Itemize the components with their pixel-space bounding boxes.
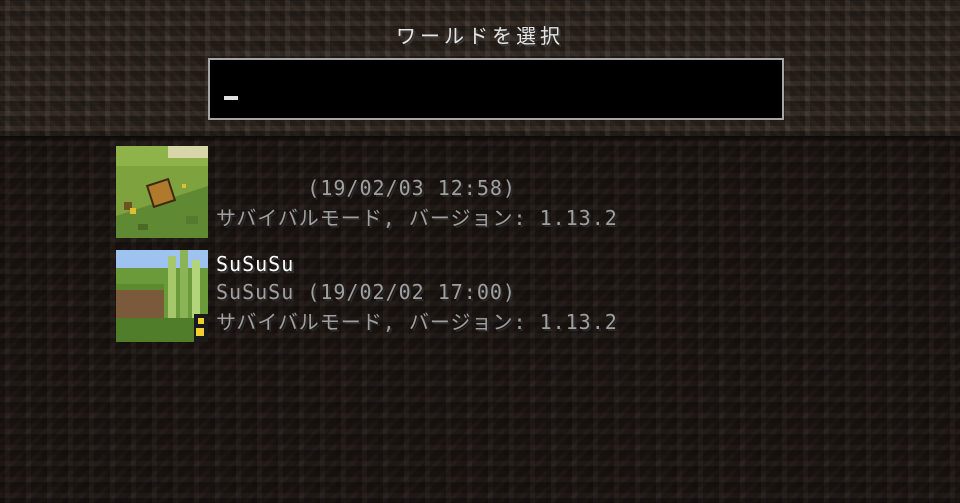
world-detail-2: SuSuSu (19/02/02 17:00) xyxy=(216,280,516,304)
world-mode-version-2: サバイバルモード, バージョン: 1.13.2 xyxy=(216,310,618,334)
world-1-preview-image xyxy=(116,146,208,238)
world-2-preview-image xyxy=(116,250,208,342)
search-input[interactable] xyxy=(222,70,766,110)
world-name-2: SuSuSu xyxy=(216,252,295,276)
world-detail-1: (19/02/03 12:58) xyxy=(216,176,516,200)
search-box[interactable] xyxy=(208,58,784,120)
page-title: ワールドを選択 xyxy=(396,24,564,48)
world-select-screen: ワールドを選択 (19/02/03 12:58) サバイバルモード, バージョン… xyxy=(0,0,960,503)
world-thumbnail-2 xyxy=(116,250,208,342)
world-mode-version-1: サバイバルモード, バージョン: 1.13.2 xyxy=(216,206,618,230)
header-shadow xyxy=(0,136,960,142)
text-cursor xyxy=(224,96,238,100)
world-thumbnail-1 xyxy=(116,146,208,238)
world-entry-2[interactable]: SuSuSu SuSuSu (19/02/02 17:00) サバイバルモード,… xyxy=(116,250,676,342)
world-entry-1[interactable]: (19/02/03 12:58) サバイバルモード, バージョン: 1.13.2 xyxy=(116,146,676,238)
